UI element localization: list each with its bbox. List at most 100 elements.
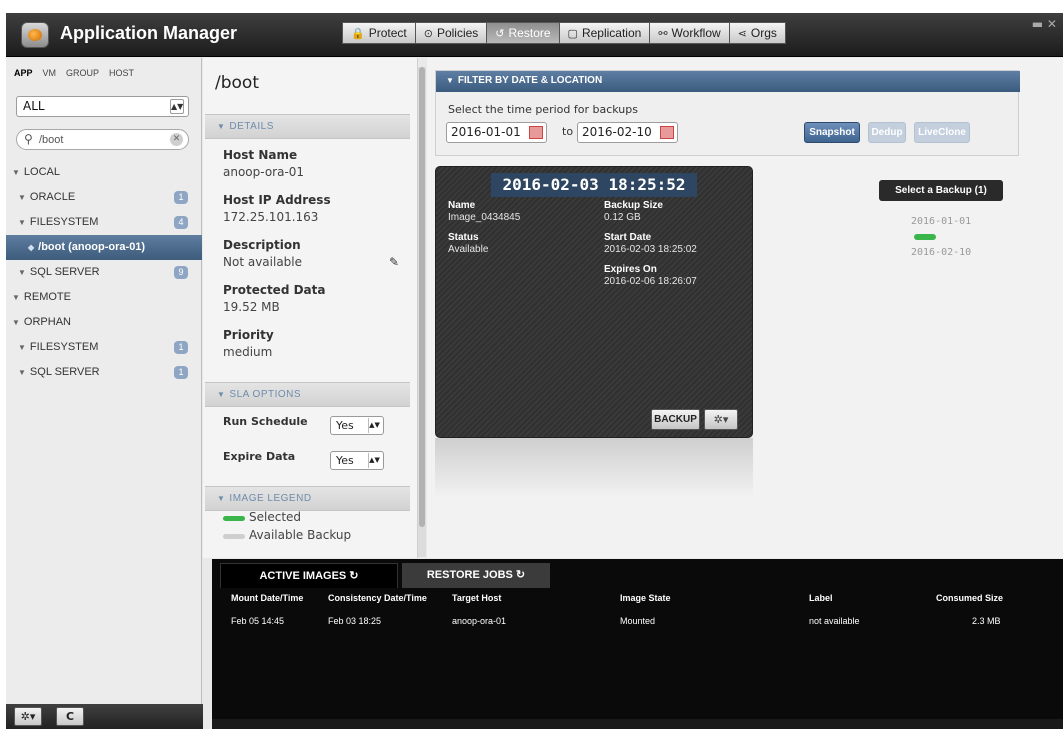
- count-badge: 1: [174, 366, 188, 379]
- refresh-button[interactable]: C: [56, 707, 84, 726]
- tab-orgs[interactable]: ⋖ Orgs: [728, 22, 786, 44]
- section-details-header[interactable]: ▼ DETAILS: [205, 114, 410, 139]
- tree-item-orphan-sql-server[interactable]: ▼ SQL SERVER 1: [6, 360, 202, 385]
- column-header[interactable]: Mount Date/Time: [231, 593, 303, 603]
- sidebar: APP VM GROUP HOST ALL ▲▼ ⚲ ✕ ▼LOCAL ▼ORA…: [6, 58, 202, 704]
- priority-value: medium: [223, 345, 273, 359]
- calendar-icon[interactable]: [529, 126, 543, 139]
- main-nav: 🔒 Protect ⊙ Policies ↺ Restore ▢ Replication…: [342, 22, 786, 44]
- orgs-icon: ⋖: [737, 27, 747, 40]
- status-label: Status: [448, 232, 479, 243]
- dedup-button[interactable]: Dedup: [868, 122, 906, 143]
- calendar-icon[interactable]: [660, 126, 674, 139]
- chevron-down-icon: ▼: [12, 318, 20, 327]
- expire-data-select[interactable]: Yes ▲▼: [330, 451, 384, 470]
- settings-button[interactable]: ✲▾: [14, 707, 42, 726]
- tab-protect[interactable]: 🔒 Protect: [342, 22, 415, 44]
- sidebar-tab-group[interactable]: GROUP: [66, 68, 99, 78]
- count-badge: 1: [174, 191, 188, 204]
- shield-icon: ◆: [28, 243, 35, 252]
- app-logo-icon: [21, 22, 49, 48]
- tree-item-orphan[interactable]: ▼ ORPHAN: [6, 310, 202, 335]
- main-content: ▼ FILTER BY DATE & LOCATION Select the ti…: [427, 58, 1063, 558]
- sidebar-tabs: APP VM GROUP HOST: [14, 68, 134, 78]
- lock-icon: 🔒: [351, 27, 365, 40]
- status-value: Available: [448, 244, 489, 255]
- edit-pencil-icon[interactable]: ✎: [389, 255, 399, 269]
- details-scrollbar[interactable]: [418, 67, 426, 557]
- replication-icon: ▢: [567, 27, 578, 40]
- sidebar-tab-vm[interactable]: VM: [43, 68, 57, 78]
- description-label: Description: [223, 238, 301, 252]
- liveclone-button[interactable]: LiveClone: [914, 122, 970, 143]
- column-header[interactable]: Consumed Size: [936, 593, 1003, 603]
- restore-icon: ↺: [495, 27, 505, 40]
- backup-size-label: Backup Size: [604, 200, 663, 211]
- expires-on-label: Expires On: [604, 264, 657, 275]
- tab-policies[interactable]: ⊙ Policies: [414, 22, 487, 44]
- tree-item-filesystem[interactable]: ▼ FILESYSTEM 4: [6, 210, 202, 235]
- tab-workflow[interactable]: ⚯ Workflow: [649, 22, 729, 44]
- chevron-down-icon: ▼: [12, 293, 20, 302]
- tree-item-remote[interactable]: ▼ REMOTE: [6, 285, 202, 310]
- window-controls[interactable]: ▬ ✕: [1032, 17, 1057, 31]
- column-header[interactable]: Target Host: [452, 593, 501, 603]
- tab-restore[interactable]: ↺ Restore: [486, 22, 559, 44]
- tree-item-boot-selected[interactable]: ◆/boot (anoop-ora-01): [6, 235, 202, 260]
- tab-restore-jobs[interactable]: RESTORE JOBS ↻: [402, 563, 550, 588]
- bottom-scrollbar[interactable]: [212, 719, 1063, 729]
- application-window: Application Manager 🔒 Protect ⊙ Policies ↺…: [6, 13, 1063, 729]
- tree-item-sql-server[interactable]: ▼ SQL SERVER 9: [6, 260, 202, 285]
- tree-item-oracle[interactable]: ▼ ORACLE 1: [6, 185, 202, 210]
- top-bar: Application Manager 🔒 Protect ⊙ Policies ↺…: [6, 13, 1063, 57]
- table-cell: Feb 03 18:25: [328, 616, 382, 626]
- table-cell: anoop-ora-01: [452, 616, 507, 626]
- filter-select-value: ALL: [23, 99, 45, 113]
- scrollbar-thumb[interactable]: [419, 67, 425, 527]
- host-name-value: anoop-ora-01: [223, 165, 305, 179]
- chevron-down-icon: ▼: [18, 218, 26, 227]
- host-name-label: Host Name: [223, 148, 298, 162]
- snapshot-button[interactable]: Snapshot: [804, 122, 860, 143]
- filter-note: Select the time period for backups: [448, 103, 638, 116]
- gear-icon[interactable]: ✲▾: [704, 409, 738, 430]
- clear-search-icon[interactable]: ✕: [170, 133, 183, 146]
- tab-active-images[interactable]: ACTIVE IMAGES ↻: [220, 563, 398, 588]
- from-date-field[interactable]: 2016-01-01: [446, 122, 547, 143]
- tree-item-local[interactable]: ▼ LOCAL: [6, 160, 202, 185]
- expire-data-label: Expire Data: [223, 450, 296, 463]
- column-header[interactable]: Label: [809, 593, 833, 603]
- filter-header[interactable]: ▼ FILTER BY DATE & LOCATION: [436, 71, 1020, 92]
- filter-select[interactable]: ALL ▲▼: [16, 96, 189, 117]
- table-cell: Feb 05 14:45: [231, 616, 285, 626]
- search-input[interactable]: [39, 132, 159, 148]
- app-title: Application Manager: [60, 23, 238, 43]
- sidebar-tab-host[interactable]: HOST: [109, 68, 134, 78]
- filter-panel: ▼ FILTER BY DATE & LOCATION Select the ti…: [435, 70, 1020, 156]
- select-backup-button[interactable]: Select a Backup (1): [879, 180, 1003, 201]
- backup-button[interactable]: BACKUP: [651, 409, 700, 430]
- tab-replication[interactable]: ▢ Replication: [558, 22, 650, 44]
- section-legend-header[interactable]: ▼ IMAGE LEGEND: [205, 486, 410, 511]
- select-arrows-icon: ▲▼: [170, 99, 184, 114]
- policies-icon: ⊙: [423, 27, 433, 40]
- details-panel: /boot ▼ DETAILS Host Name anoop-ora-01 Ho…: [203, 58, 418, 558]
- chevron-down-icon: ▼: [18, 368, 26, 377]
- backup-card[interactable]: 2016-02-03 18:25:52 Name Image_0434845 S…: [435, 166, 753, 438]
- count-badge: 4: [174, 216, 188, 229]
- tree-item-orphan-filesystem[interactable]: ▼ FILESYSTEM 1: [6, 335, 202, 360]
- column-header[interactable]: Consistency Date/Time: [328, 593, 427, 603]
- to-date-field[interactable]: 2016-02-10: [577, 122, 678, 143]
- run-schedule-select[interactable]: Yes ▲▼: [330, 416, 384, 435]
- expires-on-value: 2016-02-06 18:26:07: [604, 276, 697, 287]
- count-badge: 9: [174, 266, 188, 279]
- section-sla-header[interactable]: ▼ SLA OPTIONS: [205, 382, 410, 407]
- timeline-backup-marker[interactable]: [914, 234, 936, 240]
- column-header[interactable]: Image State: [620, 593, 671, 603]
- timeline-start-date: 2016-01-01: [911, 216, 972, 227]
- resource-tree: ▼ LOCAL ▼ ORACLE 1 ▼ FILESYSTEM 4 ◆/boot (ano…: [6, 160, 202, 385]
- chevron-down-icon: ▼: [18, 268, 26, 277]
- chevron-down-icon: ▼: [217, 122, 226, 131]
- table-cell: 2.3 MB: [972, 616, 1001, 626]
- sidebar-tab-app[interactable]: APP: [14, 68, 33, 78]
